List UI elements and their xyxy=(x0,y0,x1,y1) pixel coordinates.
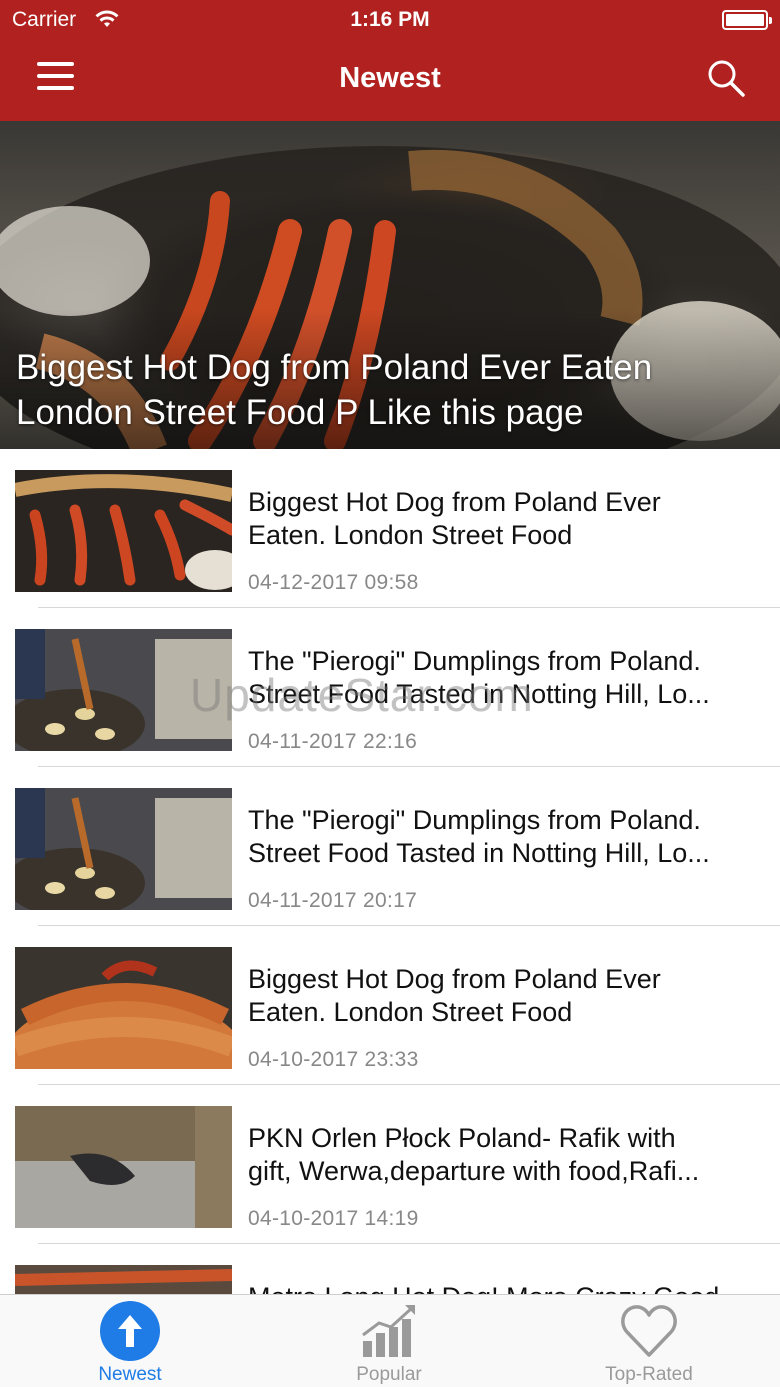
tab-bar: Newest Popular Top-Rated xyxy=(0,1294,780,1387)
video-thumbnail xyxy=(15,1106,232,1228)
video-thumbnail xyxy=(15,470,232,592)
video-date: 04-10-2017 14:19 xyxy=(248,1207,419,1230)
video-title: The "Pierogi" Dumplings from Poland. Str… xyxy=(248,646,710,709)
video-date: 04-12-2017 09:58 xyxy=(248,571,419,594)
featured-video[interactable]: Biggest Hot Dog from Poland Ever Eaten L… xyxy=(0,121,780,449)
video-title: PKN Orlen Płock Poland- Rafik with gift,… xyxy=(248,1123,700,1186)
video-date: 04-10-2017 23:33 xyxy=(248,1048,419,1071)
status-time: 1:16 PM xyxy=(350,8,430,31)
video-thumbnail xyxy=(15,947,232,1069)
tab-top-rated[interactable]: Top-Rated xyxy=(559,1295,739,1387)
heart-icon xyxy=(621,1305,677,1357)
tab-label: Popular xyxy=(356,1364,422,1385)
video-title: Metre Long Hot Dog! More Crazy Good xyxy=(248,1281,763,1294)
featured-title: Biggest Hot Dog from Poland Ever Eaten L… xyxy=(16,348,653,432)
video-title: Biggest Hot Dog from Poland Ever Eaten. … xyxy=(248,964,661,1027)
page-title: Newest xyxy=(339,62,441,94)
up-arrow-circle-icon xyxy=(100,1301,160,1361)
video-date: 04-11-2017 20:17 xyxy=(248,889,418,912)
list-item[interactable]: Biggest Hot Dog from Poland Ever Eaten. … xyxy=(0,449,780,608)
tab-label: Top-Rated xyxy=(605,1364,693,1385)
video-title: Biggest Hot Dog from Poland Ever Eaten. … xyxy=(248,487,661,550)
list-item[interactable]: Metre Long Hot Dog! More Crazy Good xyxy=(0,1244,780,1294)
tab-label: Newest xyxy=(98,1364,162,1385)
list-item[interactable]: The "Pierogi" Dumplings from Poland. Str… xyxy=(0,608,780,767)
battery-icon xyxy=(722,10,772,30)
list-item[interactable]: The "Pierogi" Dumplings from Poland. Str… xyxy=(0,767,780,926)
tab-newest[interactable]: Newest xyxy=(40,1295,220,1387)
video-thumbnail xyxy=(15,629,232,751)
video-thumbnail xyxy=(15,788,232,910)
bar-chart-trend-icon xyxy=(362,1305,415,1357)
status-bar: Carrier 1:16 PM xyxy=(0,0,780,40)
video-list: Biggest Hot Dog from Poland Ever Eaten. … xyxy=(0,449,780,1294)
video-title: The "Pierogi" Dumplings from Poland. Str… xyxy=(248,805,710,868)
navigation-bar: Carrier 1:16 PM Newest xyxy=(0,0,780,121)
video-thumbnail xyxy=(15,1265,232,1294)
tab-popular[interactable]: Popular xyxy=(299,1295,479,1387)
search-icon[interactable] xyxy=(706,58,746,98)
list-item[interactable]: PKN Orlen Płock Poland- Rafik with gift,… xyxy=(0,1085,780,1244)
video-date: 04-11-2017 22:16 xyxy=(248,730,418,753)
list-item[interactable]: Biggest Hot Dog from Poland Ever Eaten. … xyxy=(0,926,780,1085)
